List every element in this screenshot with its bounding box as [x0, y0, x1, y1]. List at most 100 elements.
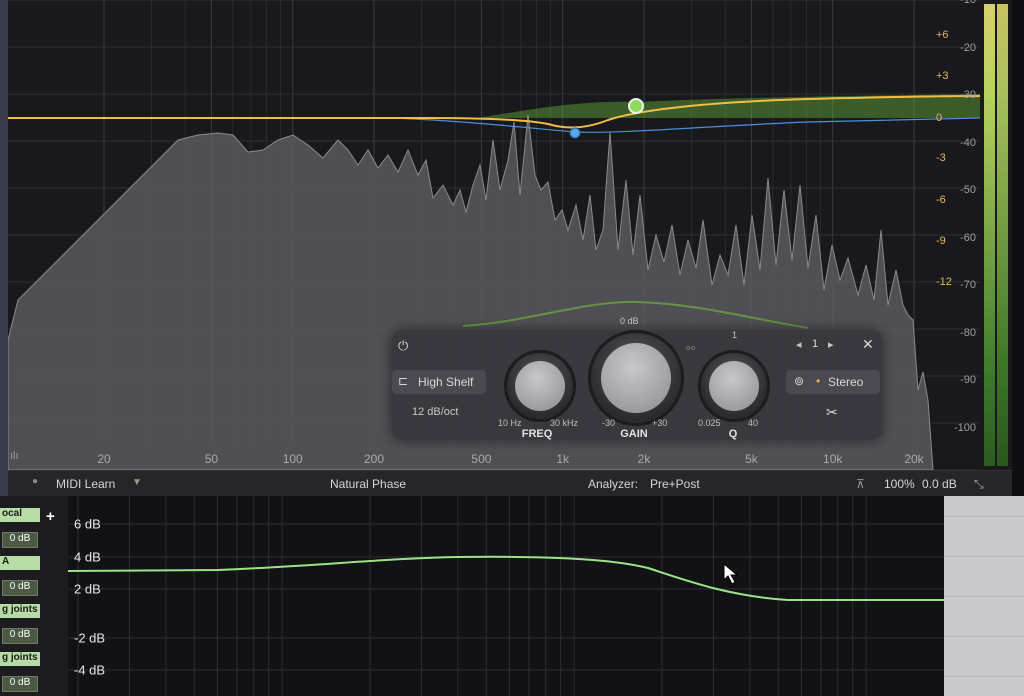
filter-type-button[interactable]: ⊏ High Shelf: [392, 370, 486, 394]
lower-db-label: 4 dB: [74, 549, 101, 565]
lower-db-label: -4 dB: [74, 662, 106, 678]
lower-db-label: 6 dB: [74, 516, 101, 532]
stereo-icon: ⊚: [794, 374, 805, 388]
prev-band-icon[interactable]: ◂: [796, 338, 802, 351]
gain-tick-label: -12: [936, 276, 952, 288]
freq-tick-label: 100: [282, 452, 303, 466]
track-name-4[interactable]: g joints: [0, 652, 40, 666]
band2-node[interactable]: [569, 127, 581, 139]
stereo-label: Stereo: [828, 375, 864, 389]
track-list: + ocal 0 dB A 0 dB g joints 0 dB g joint…: [0, 496, 68, 696]
phase-mode-button[interactable]: Natural Phase: [330, 477, 406, 491]
freq-tick-label: 2k: [637, 452, 651, 466]
analyzer-mode-button[interactable]: Pre+Post: [650, 477, 700, 491]
left-sidebar-strip: [0, 0, 8, 500]
gain-max: +30: [652, 418, 668, 428]
collapse-icon[interactable]: ⊼: [856, 477, 865, 491]
q-top-label: 1: [732, 330, 738, 340]
track-db-4[interactable]: 0 dB: [2, 676, 38, 692]
q-min: 0.025: [698, 418, 721, 428]
db-tick-label: -20: [960, 41, 976, 54]
q-label: Q: [728, 428, 738, 440]
right-panel: [944, 496, 1024, 696]
gain-top-label: 0 dB: [620, 316, 639, 326]
freq-tick-label: 5k: [745, 452, 758, 466]
freq-tick-label: 1k: [556, 452, 570, 466]
gain-tick-label: -9: [936, 235, 946, 247]
analyzer-icon[interactable]: ılı: [10, 450, 19, 462]
high-shelf-icon: ⊏: [398, 374, 409, 388]
q-max: 40: [748, 418, 759, 428]
band-parameter-panel: ⏻ ⊏ High Shelf 12 dB/oct 10 Hz 30 kHz FR…: [392, 316, 882, 440]
mouse-cursor-icon: [723, 562, 739, 585]
gain-min: -30: [602, 418, 616, 428]
freq-knob-face: [515, 361, 565, 411]
analyzer-label: Analyzer:: [588, 477, 639, 491]
db-tick-label: -100: [953, 421, 976, 434]
db-tick-label: -30: [960, 89, 976, 101]
gain-tick-label: +3: [936, 70, 949, 82]
db-tick-label: -80: [960, 326, 976, 339]
q-knob[interactable]: [698, 350, 770, 422]
gain-knob[interactable]: [588, 330, 684, 426]
track-name-1[interactable]: ocal: [0, 508, 40, 522]
band1-node[interactable]: [628, 98, 644, 114]
output-gain[interactable]: 0.0 dB: [922, 477, 957, 491]
track-name-3[interactable]: g joints: [0, 604, 40, 618]
db-tick-label: -50: [960, 184, 976, 196]
freq-min: 10 Hz: [498, 418, 522, 428]
db-tick-label: -70: [960, 279, 976, 291]
gain-label: GAIN: [620, 428, 648, 440]
response-grid: [68, 496, 944, 696]
track-db-1[interactable]: 0 dB: [2, 532, 38, 548]
midi-dropdown-icon[interactable]: ▼: [132, 477, 142, 488]
midi-dot-icon: ●: [32, 476, 39, 487]
zoom-level[interactable]: 100%: [884, 477, 915, 491]
freq-tick-label: 500: [471, 452, 492, 466]
freq-label: FREQ: [521, 428, 553, 440]
band-power-icon[interactable]: ⏻: [398, 338, 414, 354]
band2-curve: [387, 117, 980, 133]
freq-tick-label: 200: [363, 452, 385, 466]
gain-knob-face: [601, 343, 671, 413]
add-button[interactable]: +: [46, 508, 55, 525]
gain-tick-label: 0: [936, 112, 943, 124]
response-curve: [68, 555, 944, 601]
gain-tick-label: -3: [936, 152, 946, 164]
scissors-icon[interactable]: ✂: [826, 404, 838, 421]
stereo-button[interactable]: ⊚ • Stereo: [786, 370, 880, 394]
lower-db-label: -2 dB: [74, 630, 106, 646]
db-tick-label: -10: [960, 0, 976, 6]
meter-bar-right: [997, 4, 1008, 466]
freq-max: 30 kHz: [550, 418, 579, 428]
track-db-3[interactable]: 0 dB: [2, 628, 38, 644]
freq-tick-label: 10k: [823, 452, 843, 466]
q-knob-face: [709, 361, 759, 411]
close-icon[interactable]: ✕: [862, 336, 874, 353]
band-number: 1: [812, 338, 819, 350]
response-graph[interactable]: [68, 496, 944, 696]
db-tick-label: -40: [960, 136, 976, 149]
freq-tick-label: 20: [97, 452, 111, 466]
meter-bar-left: [984, 4, 995, 466]
freq-knob[interactable]: [504, 350, 576, 422]
slope-label[interactable]: 12 dB/oct: [412, 406, 458, 418]
response-graph-svg: [68, 496, 944, 696]
db-tick-label: -60: [960, 231, 976, 244]
bottom-toolbar: ● MIDI Learn ▼ Natural Phase Analyzer: P…: [8, 470, 1012, 497]
midi-learn-button[interactable]: MIDI Learn: [56, 477, 115, 491]
output-level-meter: [980, 0, 1012, 470]
resize-icon[interactable]: ⤡: [974, 477, 984, 492]
next-band-icon[interactable]: ▸: [828, 338, 834, 351]
freq-tick-label: 50: [204, 452, 219, 466]
freq-tick-label: 20k: [904, 452, 924, 466]
lower-db-label: 2 dB: [74, 581, 101, 597]
filter-type-label: High Shelf: [418, 375, 474, 389]
db-tick-label: -90: [960, 374, 976, 386]
gain-tick-label: -6: [936, 194, 946, 206]
track-db-2[interactable]: 0 dB: [2, 580, 38, 596]
link-icon[interactable]: ⚯: [686, 342, 695, 355]
stereo-dot-icon: •: [816, 374, 821, 388]
gain-tick-label: +6: [936, 29, 949, 41]
track-name-2[interactable]: A: [0, 556, 40, 570]
